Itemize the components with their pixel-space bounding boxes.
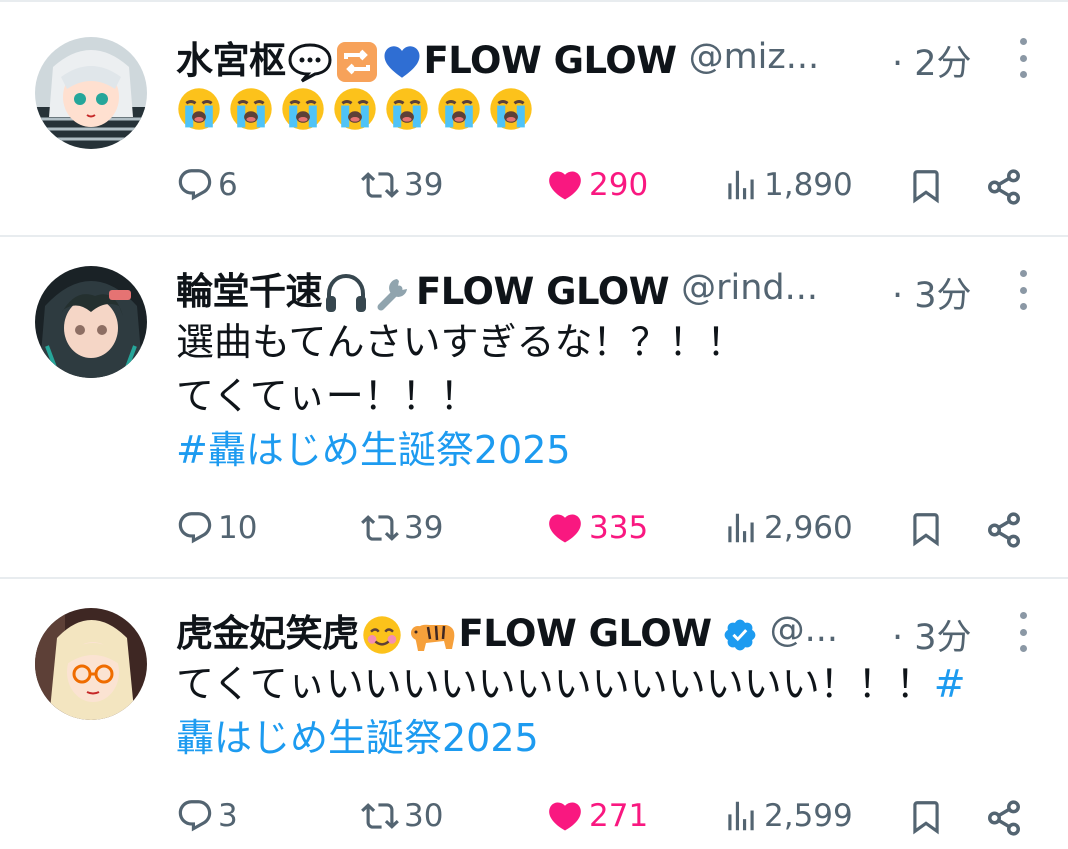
views-count: 1,890 <box>764 167 853 203</box>
timestamp[interactable]: · 3分 <box>892 609 972 660</box>
reply-count: 3 <box>218 798 238 834</box>
views-icon <box>722 166 760 204</box>
wrench-icon <box>377 279 407 311</box>
tweet-text: てくてぃいいいいいいいいいいいいい！！！ <box>176 662 934 706</box>
tweet-header: 輪堂千速 FLOW GLOW @rind... <box>176 263 818 313</box>
reply-count: 6 <box>218 167 238 203</box>
timestamp[interactable]: · 3分 <box>892 267 972 318</box>
tweet-text-line: てくてぃー！！！ <box>176 374 478 418</box>
avatar[interactable] <box>35 608 147 720</box>
repeat-button-icon <box>336 42 377 83</box>
avatar[interactable] <box>35 266 147 378</box>
more-options-icon[interactable] <box>1016 612 1030 652</box>
display-name[interactable]: 輪堂千速 FLOW GLOW <box>176 261 670 316</box>
tweet-body <box>176 86 534 132</box>
repost-count: 39 <box>404 510 444 546</box>
user-handle[interactable]: @rind... <box>681 268 818 308</box>
like-count: 290 <box>589 167 649 203</box>
timestamp[interactable]: · 2分 <box>892 35 972 86</box>
views-icon <box>722 797 760 835</box>
hashtag-link[interactable]: 轟はじめ生誕祭2025 <box>176 711 966 765</box>
smiling-face-icon <box>362 616 401 654</box>
tweet-header: 虎金妃笑虎 FLOW GLOW @... <box>176 605 838 655</box>
like-button[interactable]: 290 <box>545 166 648 204</box>
loudly-crying-face-icon <box>228 86 274 132</box>
heart-icon <box>545 166 585 204</box>
like-button[interactable]: 335 <box>545 509 648 547</box>
repost-button[interactable]: 30 <box>360 797 443 835</box>
bookmark-icon[interactable] <box>907 509 945 549</box>
speech-balloon-icon <box>287 43 332 83</box>
headphone-icon <box>326 274 366 313</box>
retweet-icon <box>360 797 400 835</box>
reply-button[interactable]: 6 <box>176 166 238 204</box>
views-count: 2,599 <box>764 798 853 834</box>
retweet-icon <box>360 166 400 204</box>
tweet-text-line: てくてぃいいいいいいいいいいいいい！！！# <box>176 657 966 711</box>
reply-icon <box>176 797 214 835</box>
repost-count: 39 <box>404 167 444 203</box>
repost-count: 30 <box>404 798 444 834</box>
reply-icon <box>176 166 214 204</box>
share-icon[interactable] <box>985 511 1023 549</box>
reply-button[interactable]: 10 <box>176 509 257 547</box>
like-count: 271 <box>589 798 649 834</box>
repost-button[interactable]: 39 <box>360 509 443 547</box>
heart-icon <box>545 509 585 547</box>
retweet-icon <box>360 509 400 547</box>
loudly-crying-face-icon <box>176 86 222 132</box>
views-count: 2,960 <box>764 510 853 546</box>
views-icon <box>722 509 760 547</box>
user-handle[interactable]: @... <box>770 610 838 650</box>
blue-heart-icon <box>384 46 419 78</box>
loudly-crying-face-icon <box>488 86 534 132</box>
verified-badge-icon <box>724 619 755 651</box>
reply-icon <box>176 509 214 547</box>
crying-emoji-row <box>176 86 534 132</box>
display-name[interactable]: 水宮枢 FLOW GLOW <box>176 30 677 85</box>
display-name[interactable]: 虎金妃笑虎 FLOW GLOW <box>176 603 758 658</box>
bookmark-icon[interactable] <box>907 166 945 206</box>
views-button[interactable]: 2,960 <box>722 509 853 547</box>
loudly-crying-face-icon <box>384 86 430 132</box>
heart-icon <box>545 797 585 835</box>
like-count: 335 <box>589 510 649 546</box>
views-button[interactable]: 1,890 <box>722 166 853 204</box>
tweet-1[interactable]: 水宮枢 FLOW GLOW @miz... · 2分 6 39 290 1,890 <box>0 0 1068 236</box>
share-icon[interactable] <box>985 799 1023 837</box>
loudly-crying-face-icon <box>436 86 482 132</box>
reply-count: 10 <box>218 510 258 546</box>
like-button[interactable]: 271 <box>545 797 648 835</box>
tweet-body: てくてぃいいいいいいいいいいいいい！！！# 轟はじめ生誕祭2025 <box>176 657 966 765</box>
hashtag-link-start[interactable]: # <box>934 662 966 706</box>
hashtag-link[interactable]: #轟はじめ生誕祭2025 <box>176 423 744 477</box>
loudly-crying-face-icon <box>332 86 378 132</box>
tiger-icon <box>410 624 454 652</box>
tweet-text-line: 選曲もてんさいすぎるな！？！！ <box>176 320 745 364</box>
reply-button[interactable]: 3 <box>176 797 238 835</box>
avatar[interactable] <box>35 37 147 149</box>
share-icon[interactable] <box>985 168 1023 206</box>
tweet-2[interactable]: 輪堂千速 FLOW GLOW @rind... · 3分 選曲もてんさいすぎるな！… <box>0 237 1068 577</box>
repost-button[interactable]: 39 <box>360 166 443 204</box>
views-button[interactable]: 2,599 <box>722 797 853 835</box>
bookmark-icon[interactable] <box>907 797 945 837</box>
more-options-icon[interactable] <box>1016 38 1030 78</box>
tweet-3[interactable]: 虎金妃笑虎 FLOW GLOW @... · 3分 てくてぃいいいいいいいいいいい… <box>0 579 1068 849</box>
tweet-body: 選曲もてんさいすぎるな！？！！ てくてぃー！！！ #轟はじめ生誕祭2025 <box>176 315 744 477</box>
tweet-header: 水宮枢 FLOW GLOW @miz... <box>176 30 820 85</box>
user-handle[interactable]: @miz... <box>689 37 820 77</box>
loudly-crying-face-icon <box>280 86 326 132</box>
more-options-icon[interactable] <box>1016 270 1030 310</box>
